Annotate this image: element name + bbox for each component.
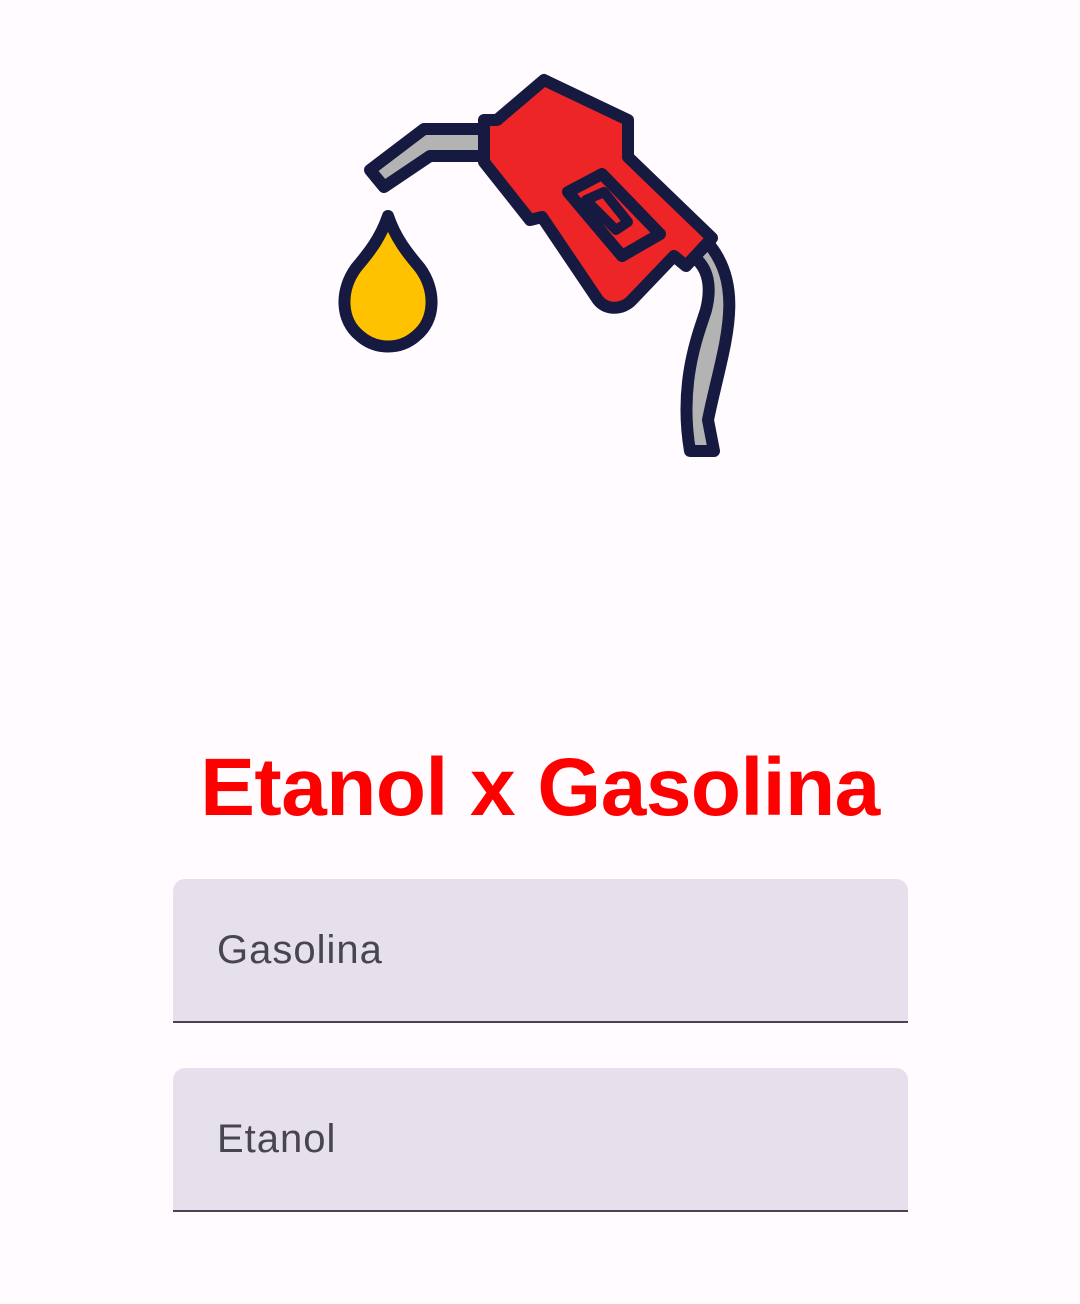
gasolina-field[interactable] bbox=[173, 879, 908, 1023]
fuel-pump-nozzle-icon bbox=[338, 74, 736, 457]
etanol-input[interactable] bbox=[173, 1068, 908, 1210]
page-title: Etanol x Gasolina bbox=[200, 742, 880, 833]
gasolina-input[interactable] bbox=[173, 879, 908, 1021]
etanol-field[interactable] bbox=[173, 1068, 908, 1212]
